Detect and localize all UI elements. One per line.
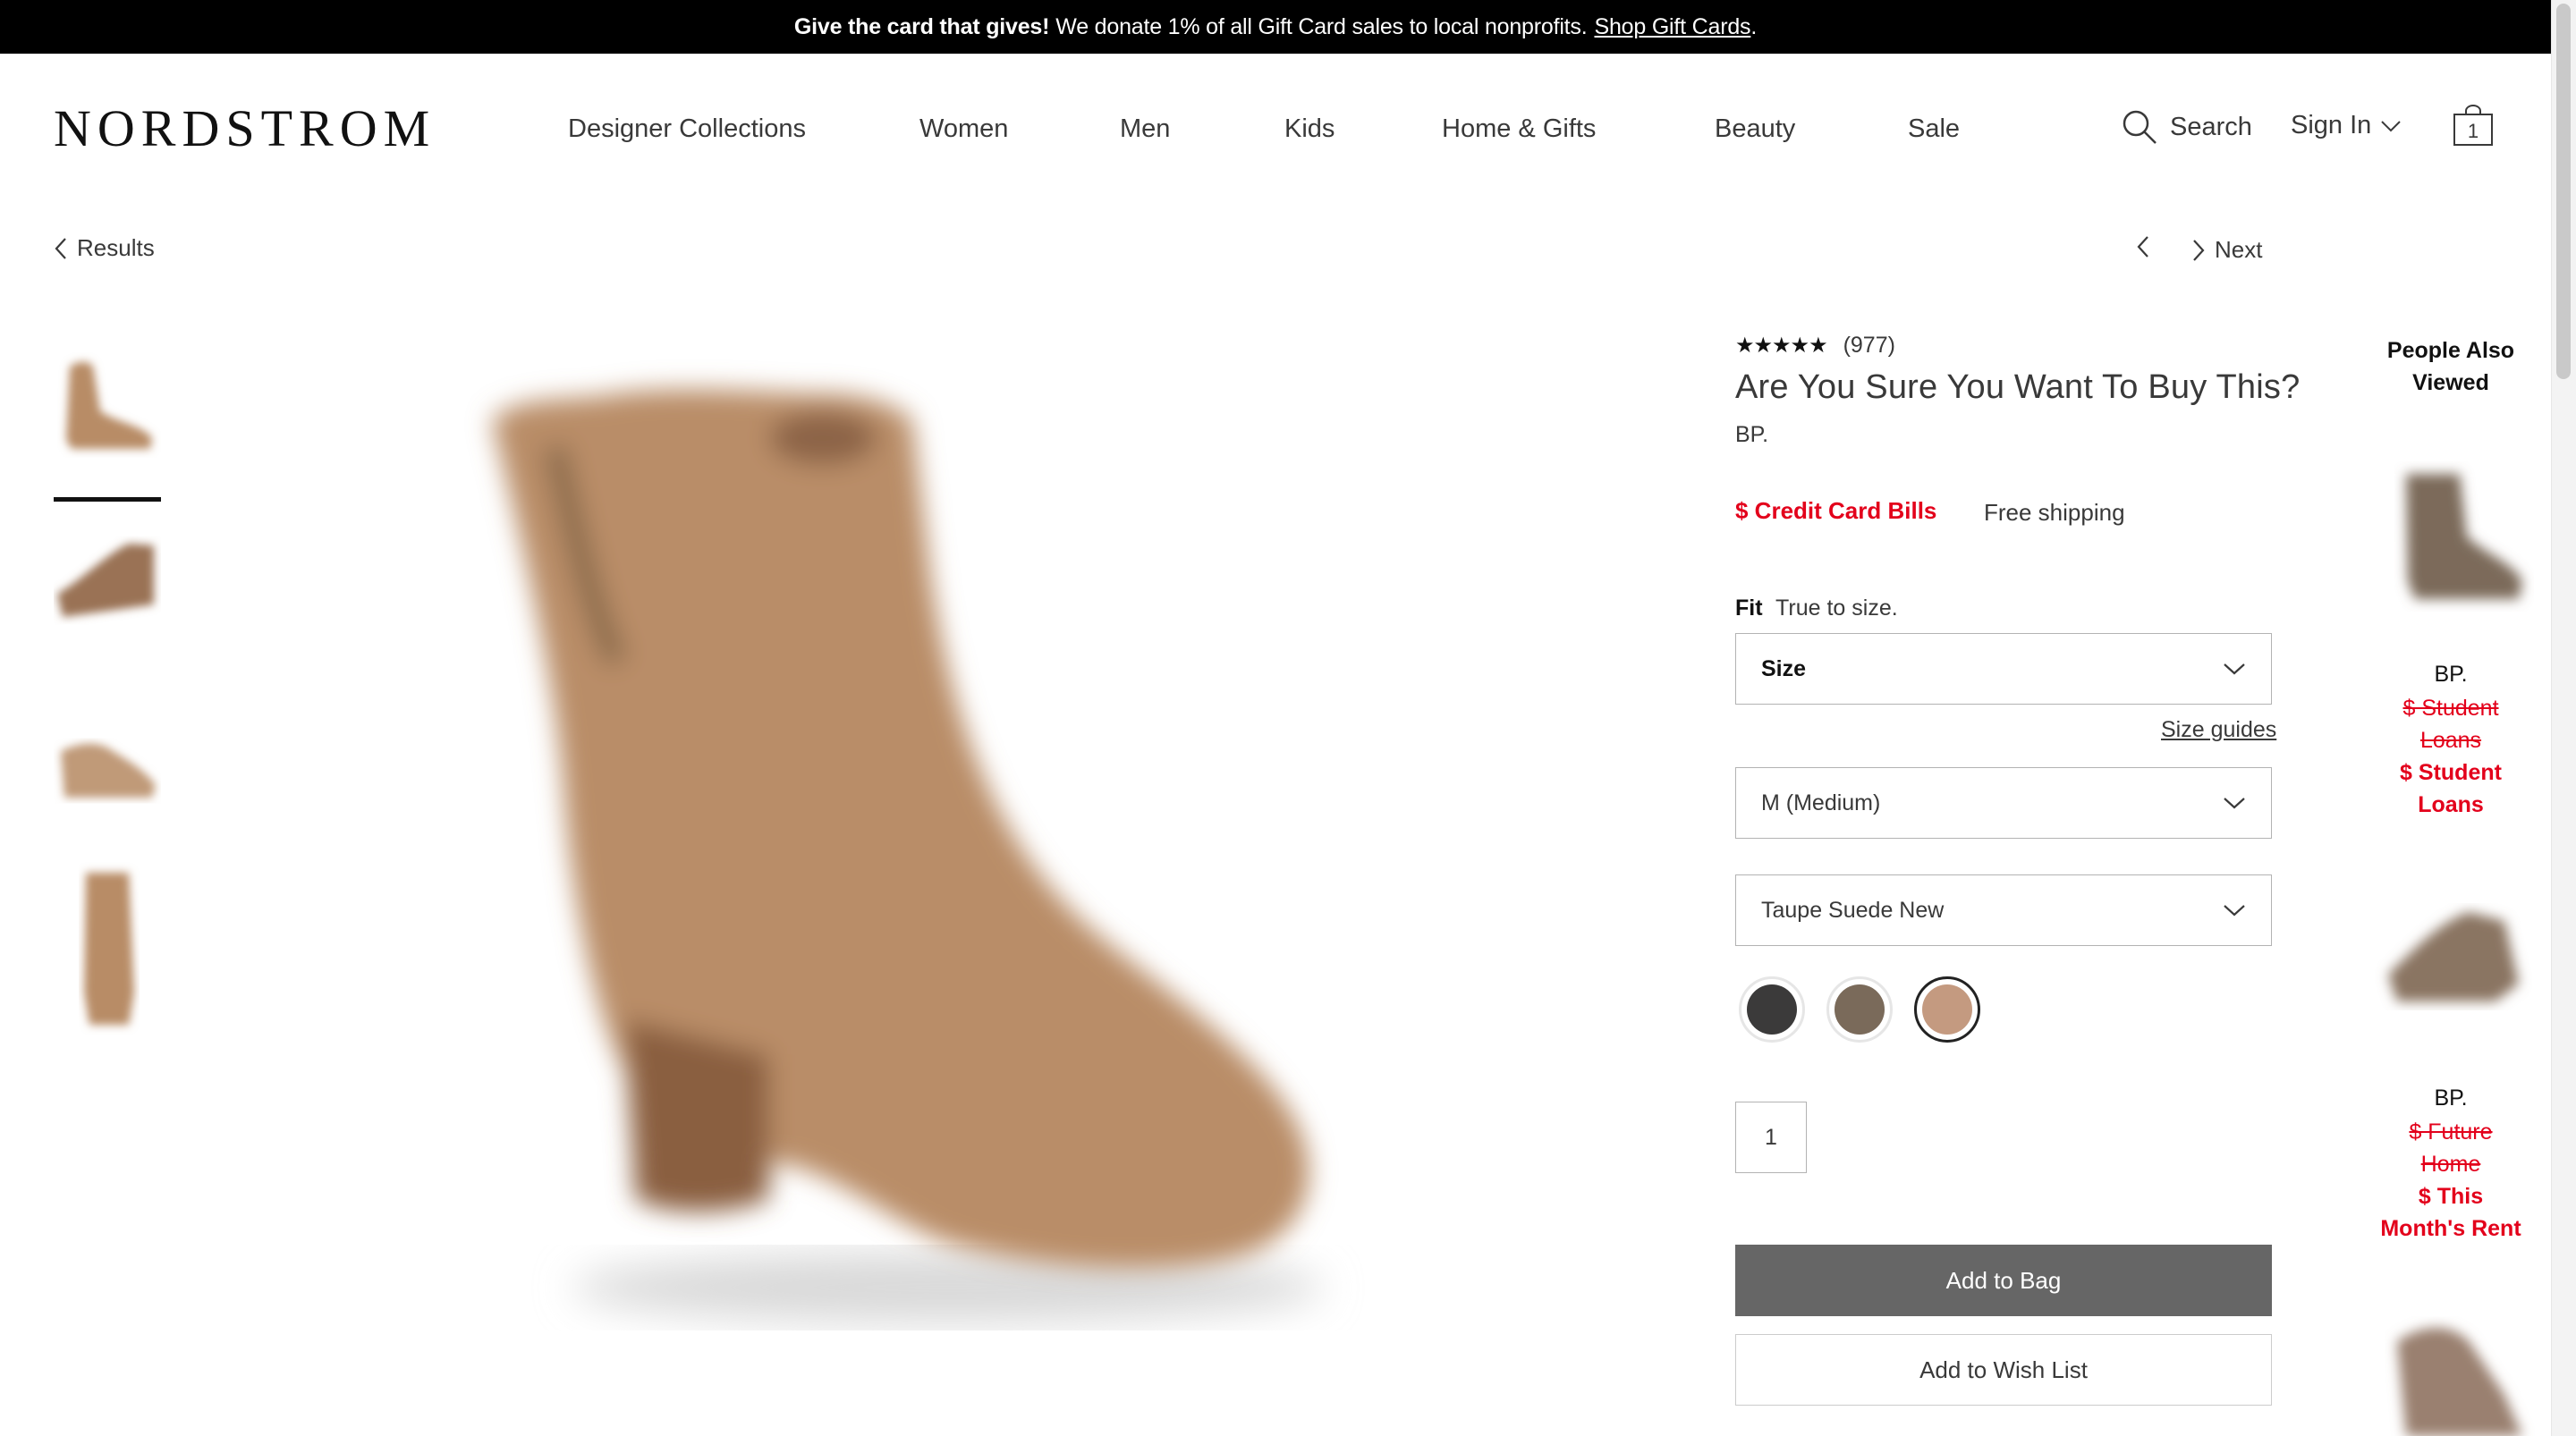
product-brand[interactable]: BP. [1735, 422, 1768, 448]
previous-product-button[interactable] [2136, 234, 2150, 264]
promo-bold-text: Give the card that gives! [793, 13, 1050, 39]
search-icon [2123, 110, 2157, 144]
product-thumbnail[interactable] [54, 519, 161, 644]
review-count: (977) [1843, 333, 1895, 358]
shop-gift-cards-link[interactable]: Shop Gift Cards [1594, 14, 1750, 40]
nav-sale[interactable]: Sale [1908, 111, 1960, 147]
add-to-wish-list-button[interactable]: Add to Wish List [1735, 1334, 2272, 1406]
product-main-image[interactable] [394, 340, 1467, 1395]
sign-in-button[interactable]: Sign In [2291, 111, 2402, 140]
product-title: Are You Sure You Want To Buy This? [1735, 368, 2301, 406]
recommended-product-image[interactable] [2361, 1305, 2540, 1436]
recommended-brand[interactable]: BP. [2361, 662, 2540, 688]
product-rating[interactable]: ★★★★★ (977) [1735, 333, 1895, 359]
product-thumbnail[interactable] [54, 697, 161, 823]
chevron-down-icon [2381, 120, 2402, 131]
bag-count: 1 [2468, 120, 2479, 142]
chevron-down-icon [2224, 798, 2245, 809]
product-thumbnail[interactable] [54, 858, 161, 1037]
color-select-value: Taupe Suede New [1761, 897, 1945, 923]
product-thumbnail[interactable] [54, 340, 161, 465]
scrollbar-thumb[interactable] [2556, 4, 2571, 379]
next-product-button[interactable]: Next [2191, 236, 2262, 264]
size-select[interactable]: Size [1735, 633, 2272, 705]
chevron-left-icon [55, 237, 66, 259]
shopping-bag-button[interactable]: 1 [2452, 104, 2495, 147]
quantity-input[interactable]: 1 [1735, 1102, 1807, 1173]
fit-value: True to size. [1775, 596, 1898, 621]
shipping-info: Free shipping [1984, 499, 2125, 526]
nav-beauty[interactable]: Beauty [1715, 111, 1795, 147]
promo-banner: Give the card that gives! We donate 1% o… [0, 0, 2551, 54]
size-select-value: Size [1761, 655, 1807, 681]
width-select-value: M (Medium) [1761, 790, 1881, 815]
search-label: Search [2170, 112, 2252, 141]
product-price: $ Credit Card Bills [1735, 497, 1937, 524]
chevron-down-icon [2224, 663, 2245, 675]
next-label: Next [2215, 236, 2263, 263]
promo-period: . [1750, 13, 1758, 39]
recommended-original-price: $ Student Loans [2402, 696, 2499, 753]
recommended-original-price: $ Future Home [2409, 1119, 2493, 1177]
recommended-product-image[interactable] [2361, 876, 2540, 1055]
width-select[interactable]: M (Medium) [1735, 767, 2272, 839]
chevron-down-icon [2224, 905, 2245, 917]
nav-women[interactable]: Women [919, 111, 1008, 147]
active-thumbnail-indicator [54, 497, 161, 502]
nav-designer-collections[interactable]: Designer Collections [568, 111, 806, 147]
nav-home-gifts[interactable]: Home & Gifts [1442, 111, 1596, 147]
recommended-sale-price: $ Student Loans [2400, 760, 2502, 817]
sign-in-label: Sign In [2291, 111, 2372, 139]
add-to-bag-button[interactable]: Add to Bag [1735, 1245, 2272, 1316]
nordstrom-logo[interactable]: NORDSTROM [54, 100, 436, 157]
shopping-bag-icon: 1 [2453, 105, 2493, 146]
fit-label: Fit [1735, 596, 1763, 621]
results-label: Results [77, 234, 155, 261]
color-swatch[interactable] [1739, 976, 1805, 1043]
promo-text: We donate 1% of all Gift Card sales to l… [1055, 13, 1588, 39]
color-swatch[interactable] [1914, 976, 1980, 1043]
fit-info: Fit True to size. [1735, 596, 1898, 621]
color-select[interactable]: Taupe Suede New [1735, 874, 2272, 946]
color-swatch[interactable] [1826, 976, 1893, 1043]
rating-stars-icon: ★★★★★ [1735, 334, 1828, 358]
size-guides-link[interactable]: Size guides [2161, 717, 2276, 743]
people-also-viewed-heading: People Also Viewed [2386, 338, 2515, 395]
recommended-product-image[interactable] [2361, 447, 2540, 626]
nav-men[interactable]: Men [1120, 111, 1170, 147]
back-to-results-link[interactable]: Results [54, 234, 155, 262]
recommended-brand[interactable]: BP. [2361, 1085, 2540, 1111]
recommended-sale-price: $ This Month's Rent [2380, 1184, 2521, 1241]
chevron-left-icon [2137, 236, 2148, 258]
chevron-right-icon [2193, 239, 2205, 261]
search-button[interactable]: Search [2120, 107, 2252, 147]
nav-kids[interactable]: Kids [1284, 111, 1335, 147]
